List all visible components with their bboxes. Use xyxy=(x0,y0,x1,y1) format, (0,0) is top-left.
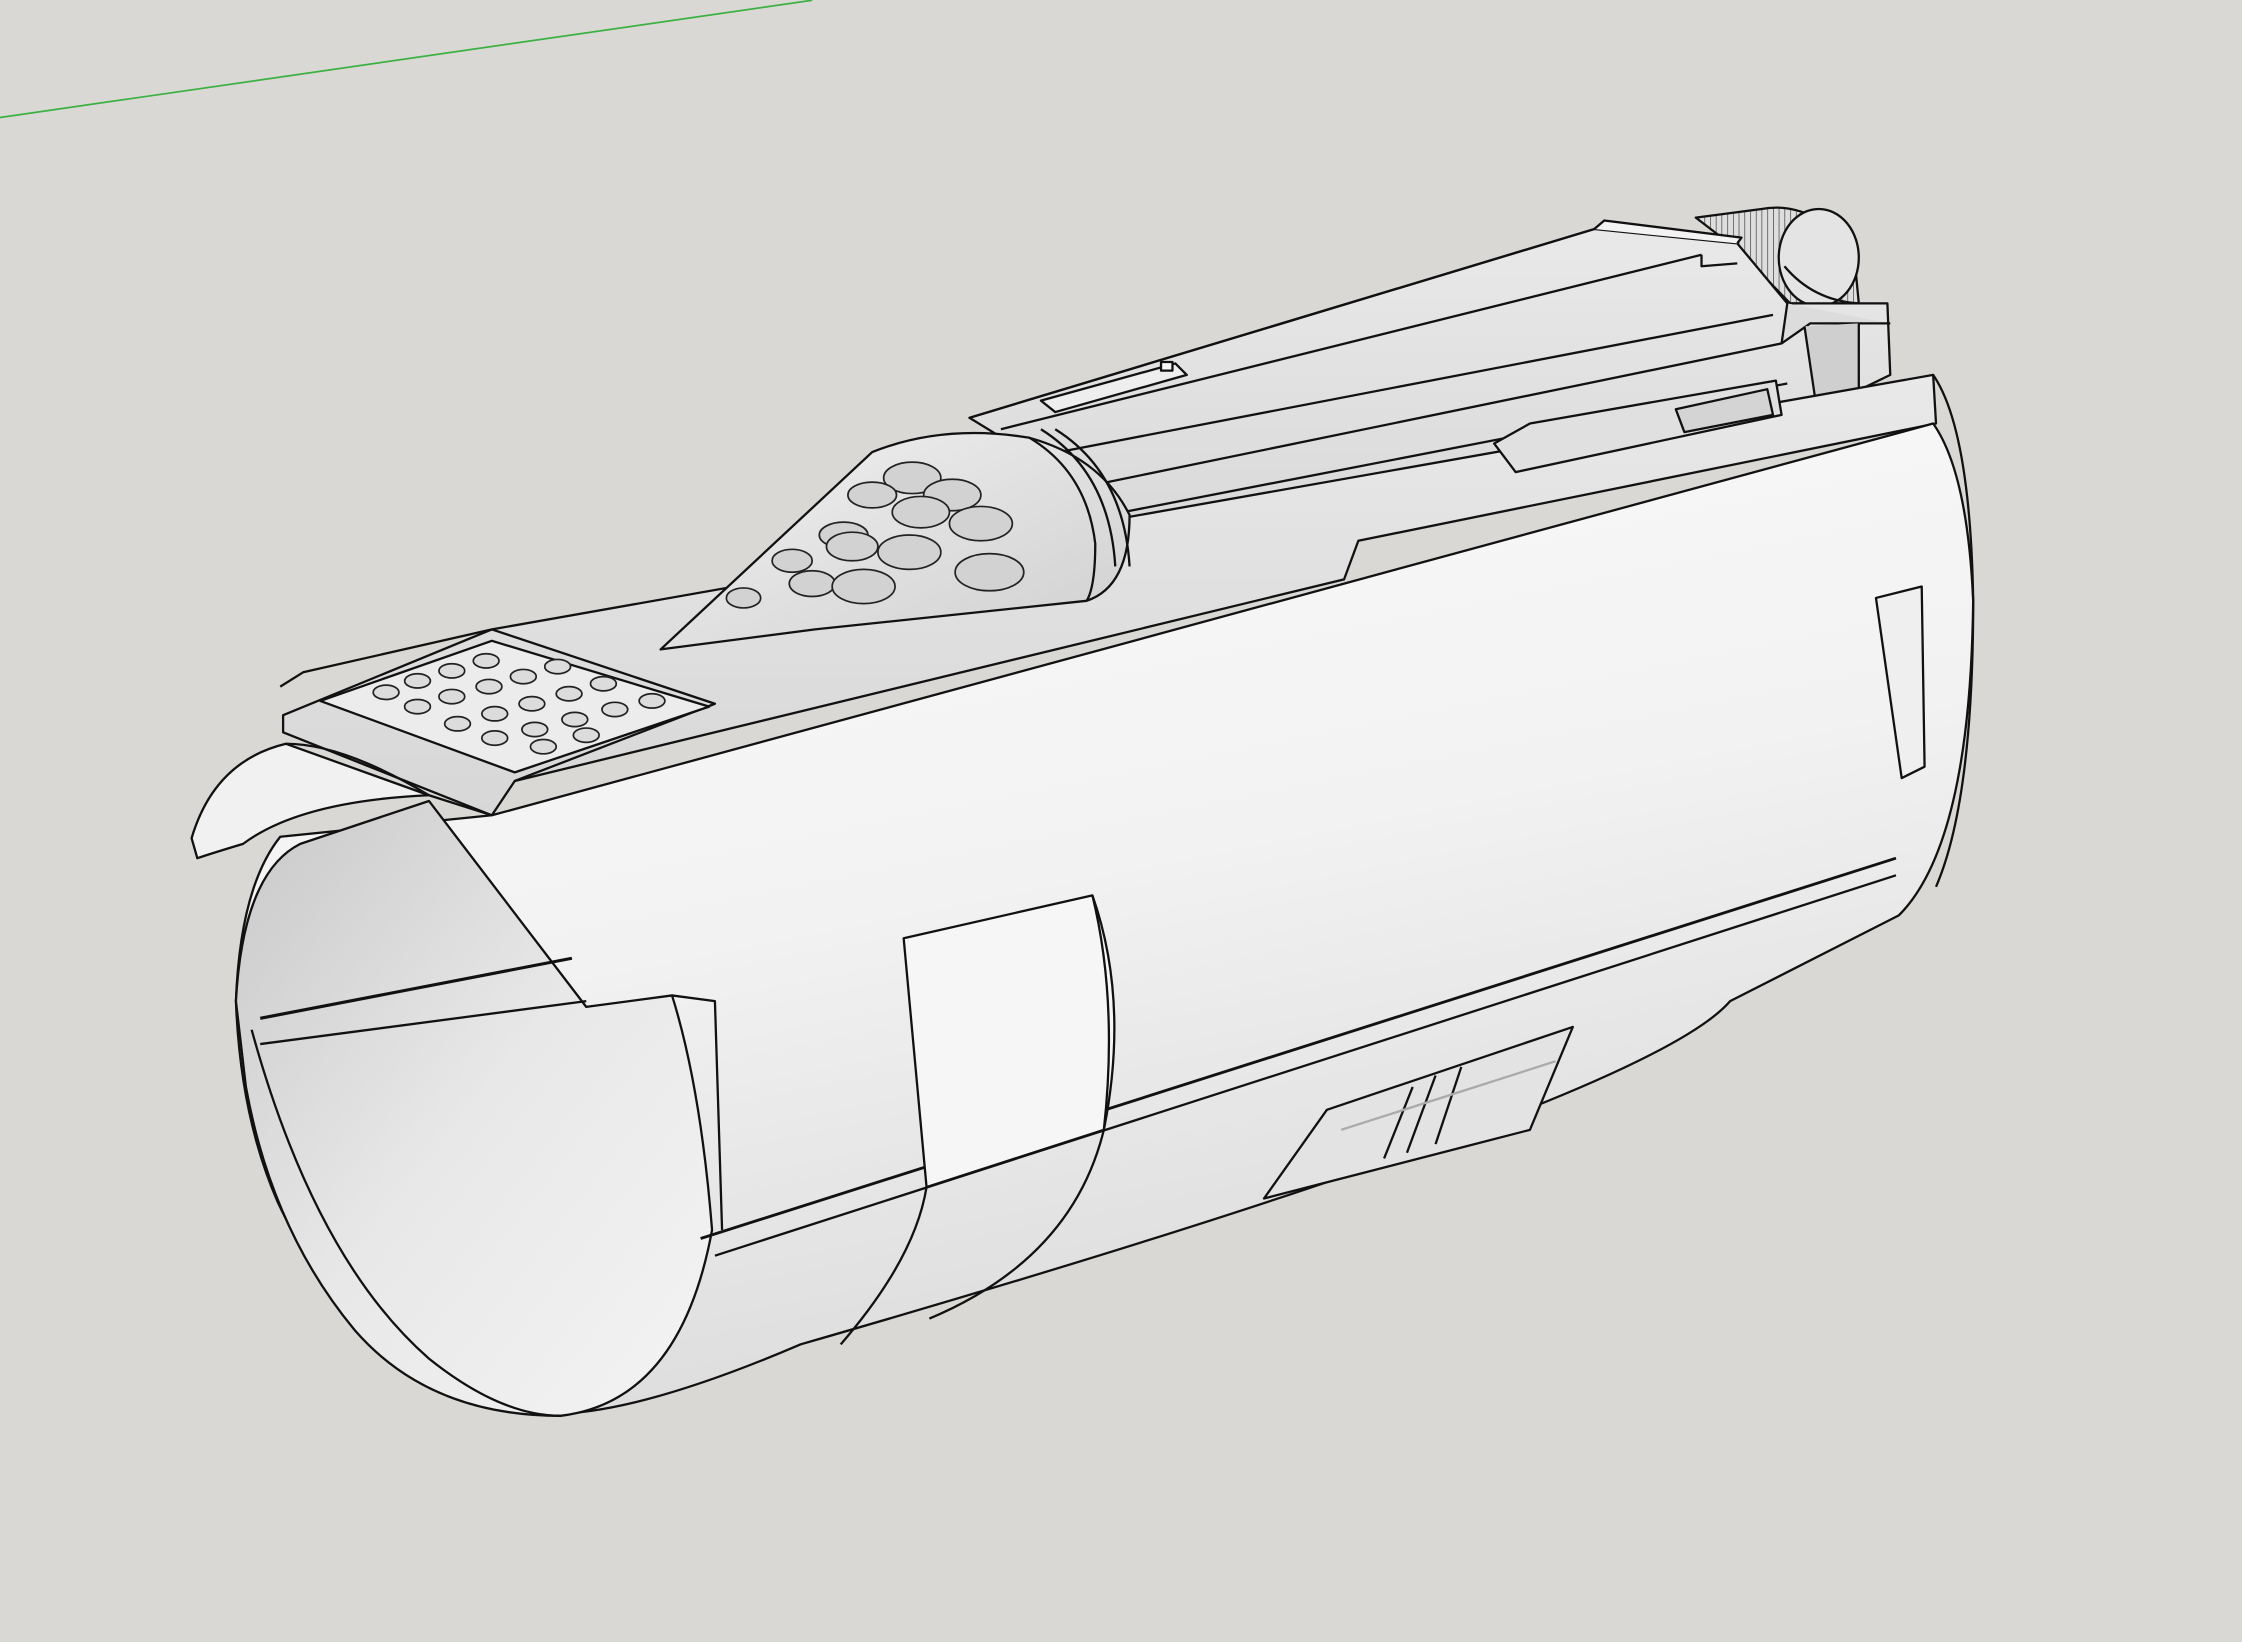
green-axis-line xyxy=(0,0,813,119)
modeling-viewport[interactable] xyxy=(0,0,2242,1642)
model-scene[interactable] xyxy=(0,0,2242,1642)
